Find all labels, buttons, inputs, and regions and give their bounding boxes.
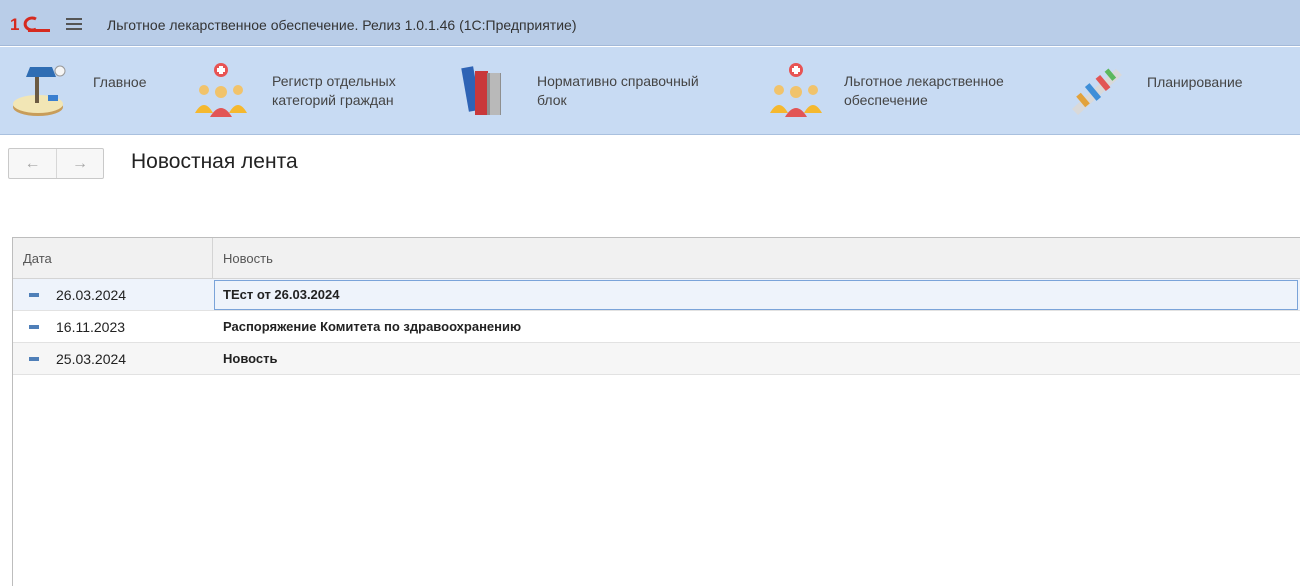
section-citizen-register-label-1: Регистр отдельных xyxy=(272,73,396,89)
cell-date: 16.11.2023 xyxy=(56,319,126,335)
desk-lamp-icon xyxy=(13,65,66,116)
books-icon xyxy=(461,66,501,115)
back-button[interactable]: ← xyxy=(9,149,56,178)
cell-news: Новость xyxy=(223,351,278,366)
section-planning-label: Планирование xyxy=(1147,74,1243,90)
table-row[interactable]: 16.11.2023 Распоряжение Комитета по здра… xyxy=(13,311,1300,343)
history-nav: ← → xyxy=(8,148,104,179)
sections-panel: Главное Регистр отдельных категорий граж… xyxy=(0,47,1300,135)
cell-news: ТЕст от 26.03.2024 xyxy=(223,287,340,302)
main-menu-icon[interactable] xyxy=(66,18,82,30)
forward-button[interactable]: → xyxy=(56,149,103,178)
table-row[interactable]: 25.03.2024 Новость xyxy=(13,343,1300,375)
section-reference-label-1: Нормативно справочный xyxy=(537,73,699,89)
svg-text:1: 1 xyxy=(10,15,19,33)
people-medical-icon xyxy=(770,63,822,117)
title-bar: 1 Льготное лекарственное обеспечение. Ре… xyxy=(0,0,1300,46)
cell-selection-frame xyxy=(214,280,1298,310)
section-main-label: Главное xyxy=(93,74,147,90)
people-medical-icon xyxy=(195,63,247,117)
cell-date: 26.03.2024 xyxy=(56,287,127,303)
window-title: Льготное лекарственное обеспечение. Рели… xyxy=(107,17,577,33)
row-marker-icon xyxy=(29,357,39,361)
1c-logo-icon: 1 xyxy=(10,15,50,33)
news-table[interactable]: Дата Новость 26.03.2024 ТЕст от 26.03.20… xyxy=(12,237,1300,586)
section-drug-provision-label-2: обеспечение xyxy=(844,92,928,108)
section-reference-label-2: блок xyxy=(537,92,567,108)
page-title: Новостная лента xyxy=(131,150,298,173)
section-reference[interactable]: Нормативно справочный блок xyxy=(455,47,755,135)
cell-date: 25.03.2024 xyxy=(56,351,127,367)
section-planning[interactable]: Планирование xyxy=(1060,47,1295,135)
section-citizen-register[interactable]: Регистр отдельных категорий граждан xyxy=(185,47,445,135)
row-marker-icon xyxy=(29,293,39,297)
table-header: Дата Новость xyxy=(13,238,1300,279)
row-marker-icon xyxy=(29,325,39,329)
section-drug-provision[interactable]: Льготное лекарственное обеспечение xyxy=(760,47,1050,135)
table-row[interactable]: 26.03.2024 ТЕст от 26.03.2024 xyxy=(13,279,1300,311)
chart-icon xyxy=(1072,68,1122,115)
column-header-date[interactable]: Дата xyxy=(13,238,213,279)
column-header-news[interactable]: Новость xyxy=(213,238,1300,279)
section-main[interactable]: Главное xyxy=(0,47,180,135)
section-citizen-register-label-2: категорий граждан xyxy=(272,92,394,108)
cell-news: Распоряжение Комитета по здравоохранению xyxy=(223,319,522,334)
section-drug-provision-label-1: Льготное лекарственное xyxy=(844,73,1004,89)
